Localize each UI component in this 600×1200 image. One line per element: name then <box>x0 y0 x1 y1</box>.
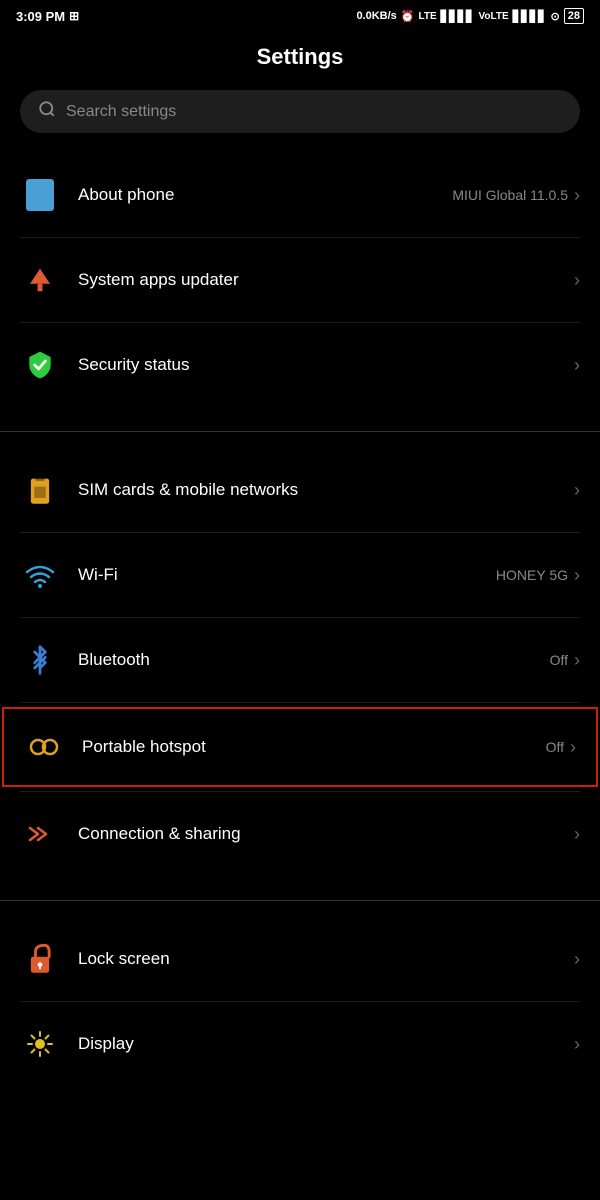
settings-item-connection[interactable]: Connection & sharing › <box>0 796 600 872</box>
settings-item-wifi[interactable]: Wi-Fi HONEY 5G › <box>0 537 600 613</box>
phone-icon <box>20 175 60 215</box>
updater-icon <box>20 260 60 300</box>
chevron-icon: › <box>570 737 576 758</box>
security-label: Security status <box>78 355 190 375</box>
bluetooth-label: Bluetooth <box>78 650 150 670</box>
chevron-icon: › <box>574 270 580 291</box>
display-label: Display <box>78 1034 134 1054</box>
chevron-icon: › <box>574 565 580 586</box>
settings-item-system-apps[interactable]: System apps updater › <box>0 242 600 318</box>
system-apps-label: System apps updater <box>78 270 239 290</box>
about-phone-label: About phone <box>78 185 174 205</box>
wifi-icon <box>20 555 60 595</box>
divider <box>20 322 580 323</box>
chevron-icon: › <box>574 650 580 671</box>
signal-bars-2: ▋▋▋▋ <box>513 10 547 23</box>
hotspot-value: Off <box>546 739 564 755</box>
chevron-icon: › <box>574 480 580 501</box>
wifi-value: HONEY 5G <box>496 567 568 583</box>
settings-item-sim[interactable]: SIM cards & mobile networks › <box>0 452 600 528</box>
connection-icon <box>20 814 60 854</box>
section-about: About phone MIUI Global 11.0.5 › System … <box>0 157 600 403</box>
section-gap <box>0 901 600 921</box>
divider <box>20 237 580 238</box>
divider <box>20 1001 580 1002</box>
section-gap <box>0 411 600 431</box>
bluetooth-icon <box>20 640 60 680</box>
lock-icon <box>20 939 60 979</box>
settings-item-bluetooth[interactable]: Bluetooth Off › <box>0 622 600 698</box>
page-title: Settings <box>0 28 600 90</box>
settings-item-hotspot[interactable]: Portable hotspot Off › <box>2 707 598 787</box>
display-icon <box>20 1024 60 1064</box>
hotspot-label: Portable hotspot <box>82 737 206 757</box>
chevron-icon: › <box>574 1034 580 1055</box>
section-gap <box>0 880 600 900</box>
chevron-icon: › <box>574 949 580 970</box>
lte-icon: LTE <box>419 11 437 22</box>
battery-icon: 28 <box>564 8 584 24</box>
divider <box>20 532 580 533</box>
security-icon <box>20 345 60 385</box>
about-phone-value: MIUI Global 11.0.5 <box>452 187 568 203</box>
time-display: 3:09 PM <box>16 9 65 24</box>
section-display: Lock screen › Display <box>0 921 600 1082</box>
lock-screen-label: Lock screen <box>78 949 170 969</box>
hotspot-icon <box>24 727 64 767</box>
section-gap <box>0 432 600 452</box>
section-network: SIM cards & mobile networks › Wi-Fi HONE… <box>0 452 600 872</box>
lte2-icon: VoLTE <box>479 11 509 22</box>
divider <box>20 791 580 792</box>
sim-icon <box>20 470 60 510</box>
divider <box>20 702 580 703</box>
settings-item-security[interactable]: Security status › <box>0 327 600 403</box>
signal-bars-1: ▋▋▋▋ <box>441 10 475 23</box>
search-bar[interactable]: Search settings <box>20 90 580 133</box>
alarm-icon: ⏰ <box>401 10 415 23</box>
sim-label: SIM cards & mobile networks <box>78 480 298 500</box>
grid-icon: ⊞ <box>69 9 79 23</box>
search-icon <box>38 100 56 123</box>
search-bar-wrapper: Search settings <box>0 90 600 157</box>
status-time-area: 3:09 PM ⊞ <box>16 9 79 24</box>
settings-item-display[interactable]: Display › <box>0 1006 600 1082</box>
chevron-icon: › <box>574 185 580 206</box>
network-speed: 0.0KB/s <box>356 10 396 22</box>
bluetooth-value: Off <box>550 652 568 668</box>
wifi-status-icon: ⊙ <box>551 10 560 23</box>
status-indicators: 0.0KB/s ⏰ LTE ▋▋▋▋ VoLTE ▋▋▋▋ ⊙ 28 <box>356 8 584 24</box>
connection-label: Connection & sharing <box>78 824 241 844</box>
settings-item-about-phone[interactable]: About phone MIUI Global 11.0.5 › <box>0 157 600 233</box>
wifi-label: Wi-Fi <box>78 565 118 585</box>
status-bar: 3:09 PM ⊞ 0.0KB/s ⏰ LTE ▋▋▋▋ VoLTE ▋▋▋▋ … <box>0 0 600 28</box>
search-placeholder: Search settings <box>66 103 176 121</box>
chevron-icon: › <box>574 824 580 845</box>
chevron-icon: › <box>574 355 580 376</box>
settings-item-lock-screen[interactable]: Lock screen › <box>0 921 600 997</box>
divider <box>20 617 580 618</box>
